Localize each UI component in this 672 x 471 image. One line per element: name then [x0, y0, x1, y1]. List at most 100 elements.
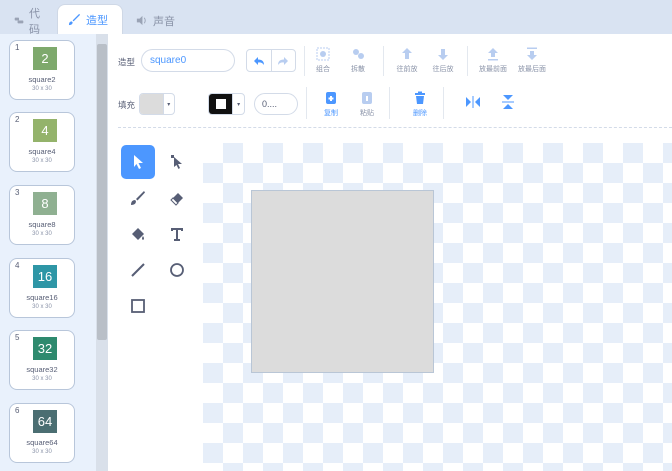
chevron-down-icon: ▾ — [162, 94, 174, 114]
flip-horizontal-button[interactable] — [453, 94, 493, 110]
arrow-down-icon — [438, 49, 448, 60]
undo-button[interactable] — [247, 50, 272, 71]
bring-front-icon — [488, 48, 498, 61]
outline-color-swatch — [209, 94, 233, 114]
costume-thumbnail: 2 — [33, 47, 57, 70]
flip-horizontal-icon — [466, 96, 480, 108]
costume-size: 30 x 30 — [32, 376, 52, 382]
eraser-icon — [170, 193, 183, 206]
group-label: 组合 — [316, 66, 330, 73]
paint-bucket-icon — [132, 228, 144, 240]
costume-card[interactable]: 3 8 square8 30 x 30 — [9, 185, 75, 245]
redo-button[interactable] — [272, 50, 296, 71]
flip-vertical-icon — [502, 95, 514, 109]
backward-button[interactable]: 往后放 — [423, 46, 463, 74]
arrow-cursor-icon — [134, 155, 143, 169]
paste-button[interactable]: 粘贴 — [347, 90, 387, 118]
costume-card[interactable]: 1 2 square2 30 x 30 — [9, 40, 75, 100]
costume-size: 30 x 30 — [32, 158, 52, 164]
send-back-icon — [527, 47, 537, 60]
toolbar-divider — [118, 127, 672, 128]
group-icon — [316, 47, 330, 61]
brush-tool[interactable] — [121, 181, 155, 215]
reshape-tool[interactable] — [160, 145, 194, 179]
divider — [467, 46, 468, 76]
tab-costume-label: 造型 — [86, 14, 108, 27]
chevron-down-icon: ▾ — [232, 94, 244, 114]
tab-costume[interactable]: 造型 — [57, 4, 123, 34]
to-front-button[interactable]: 放最前面 — [473, 46, 513, 74]
rectangle-tool[interactable] — [121, 289, 155, 323]
copy-label: 复制 — [324, 110, 338, 117]
speaker-icon — [136, 15, 146, 26]
costume-size: 30 x 30 — [32, 231, 52, 237]
paint-canvas[interactable] — [203, 143, 672, 471]
divider — [389, 87, 390, 119]
copy-button[interactable]: 复制 — [311, 90, 351, 118]
costume-card[interactable]: 6 64 square64 30 x 30 — [9, 403, 75, 463]
square-shape[interactable] — [251, 190, 434, 373]
delete-button[interactable]: 删除 — [400, 90, 440, 118]
paste-label: 粘贴 — [360, 110, 374, 117]
costume-thumbnail: 16 — [33, 265, 57, 288]
costume-name: square2 — [28, 75, 56, 84]
tab-sound-label: 声音 — [153, 15, 175, 28]
costume-name: square8 — [28, 220, 56, 229]
costume-size: 30 x 30 — [32, 449, 52, 455]
costume-thumbnail: 32 — [33, 337, 57, 360]
costume-size: 30 x 30 — [32, 304, 52, 310]
scrollbar-thumb[interactable] — [97, 44, 107, 340]
costume-card[interactable]: 5 32 square32 30 x 30 — [9, 330, 75, 390]
costume-name: square16 — [26, 293, 58, 302]
rectangle-icon — [131, 299, 145, 313]
brush-icon — [68, 13, 81, 26]
text-tool[interactable] — [160, 217, 194, 251]
tab-sound[interactable]: 声音 — [125, 7, 187, 34]
fill-tool[interactable] — [121, 217, 155, 251]
costume-thumbnail: 8 — [33, 192, 57, 215]
divider — [306, 87, 307, 119]
costume-thumbnail: 4 — [33, 119, 57, 142]
text-icon — [171, 228, 183, 241]
costume-name: square64 — [26, 438, 58, 447]
tab-code-label: 代码 — [29, 7, 41, 36]
backward-label: 往后放 — [432, 66, 454, 73]
ungroup-button[interactable]: 拆散 — [338, 46, 378, 74]
paste-icon — [362, 92, 372, 104]
forward-button[interactable]: 往前放 — [387, 46, 427, 74]
fill-color-picker[interactable]: ▾ — [139, 93, 175, 115]
divider — [443, 87, 444, 119]
redo-icon — [278, 56, 289, 65]
costume-index: 3 — [15, 188, 20, 197]
to-back-button[interactable]: 放最后面 — [512, 46, 552, 74]
fill-label: 填充 — [118, 100, 136, 110]
group-button[interactable]: 组合 — [303, 46, 343, 74]
costume-card[interactable]: 4 16 square16 30 x 30 — [9, 258, 75, 318]
outline-width-input[interactable]: 0.... — [254, 93, 298, 115]
costume-card[interactable]: 2 4 square4 30 x 30 — [9, 112, 75, 172]
flip-vertical-button[interactable] — [488, 94, 528, 110]
select-tool[interactable] — [121, 145, 155, 179]
outline-color-picker[interactable]: ▾ — [208, 93, 245, 115]
circle-tool[interactable] — [160, 253, 194, 287]
forward-label: 往前放 — [396, 66, 418, 73]
paintbrush-icon — [131, 191, 145, 205]
line-icon — [131, 263, 145, 277]
line-tool[interactable] — [121, 253, 155, 287]
circle-icon — [170, 263, 184, 277]
costume-index: 2 — [15, 115, 20, 124]
copy-icon — [326, 92, 336, 104]
arrow-up-icon — [402, 48, 412, 59]
editor-tabs: 代码 造型 声音 — [0, 0, 672, 36]
undo-redo-group — [246, 49, 296, 72]
eraser-tool[interactable] — [160, 181, 194, 215]
trash-icon — [415, 91, 425, 104]
costume-thumbnail: 64 — [33, 410, 57, 433]
costume-index: 6 — [15, 406, 20, 415]
costume-name-input[interactable]: square0 — [141, 49, 235, 72]
to-front-label: 放最前面 — [479, 66, 507, 73]
tab-code[interactable]: 代码 — [4, 7, 56, 36]
to-back-label: 放最后面 — [518, 66, 546, 73]
undo-icon — [253, 56, 264, 65]
divider — [383, 46, 384, 76]
